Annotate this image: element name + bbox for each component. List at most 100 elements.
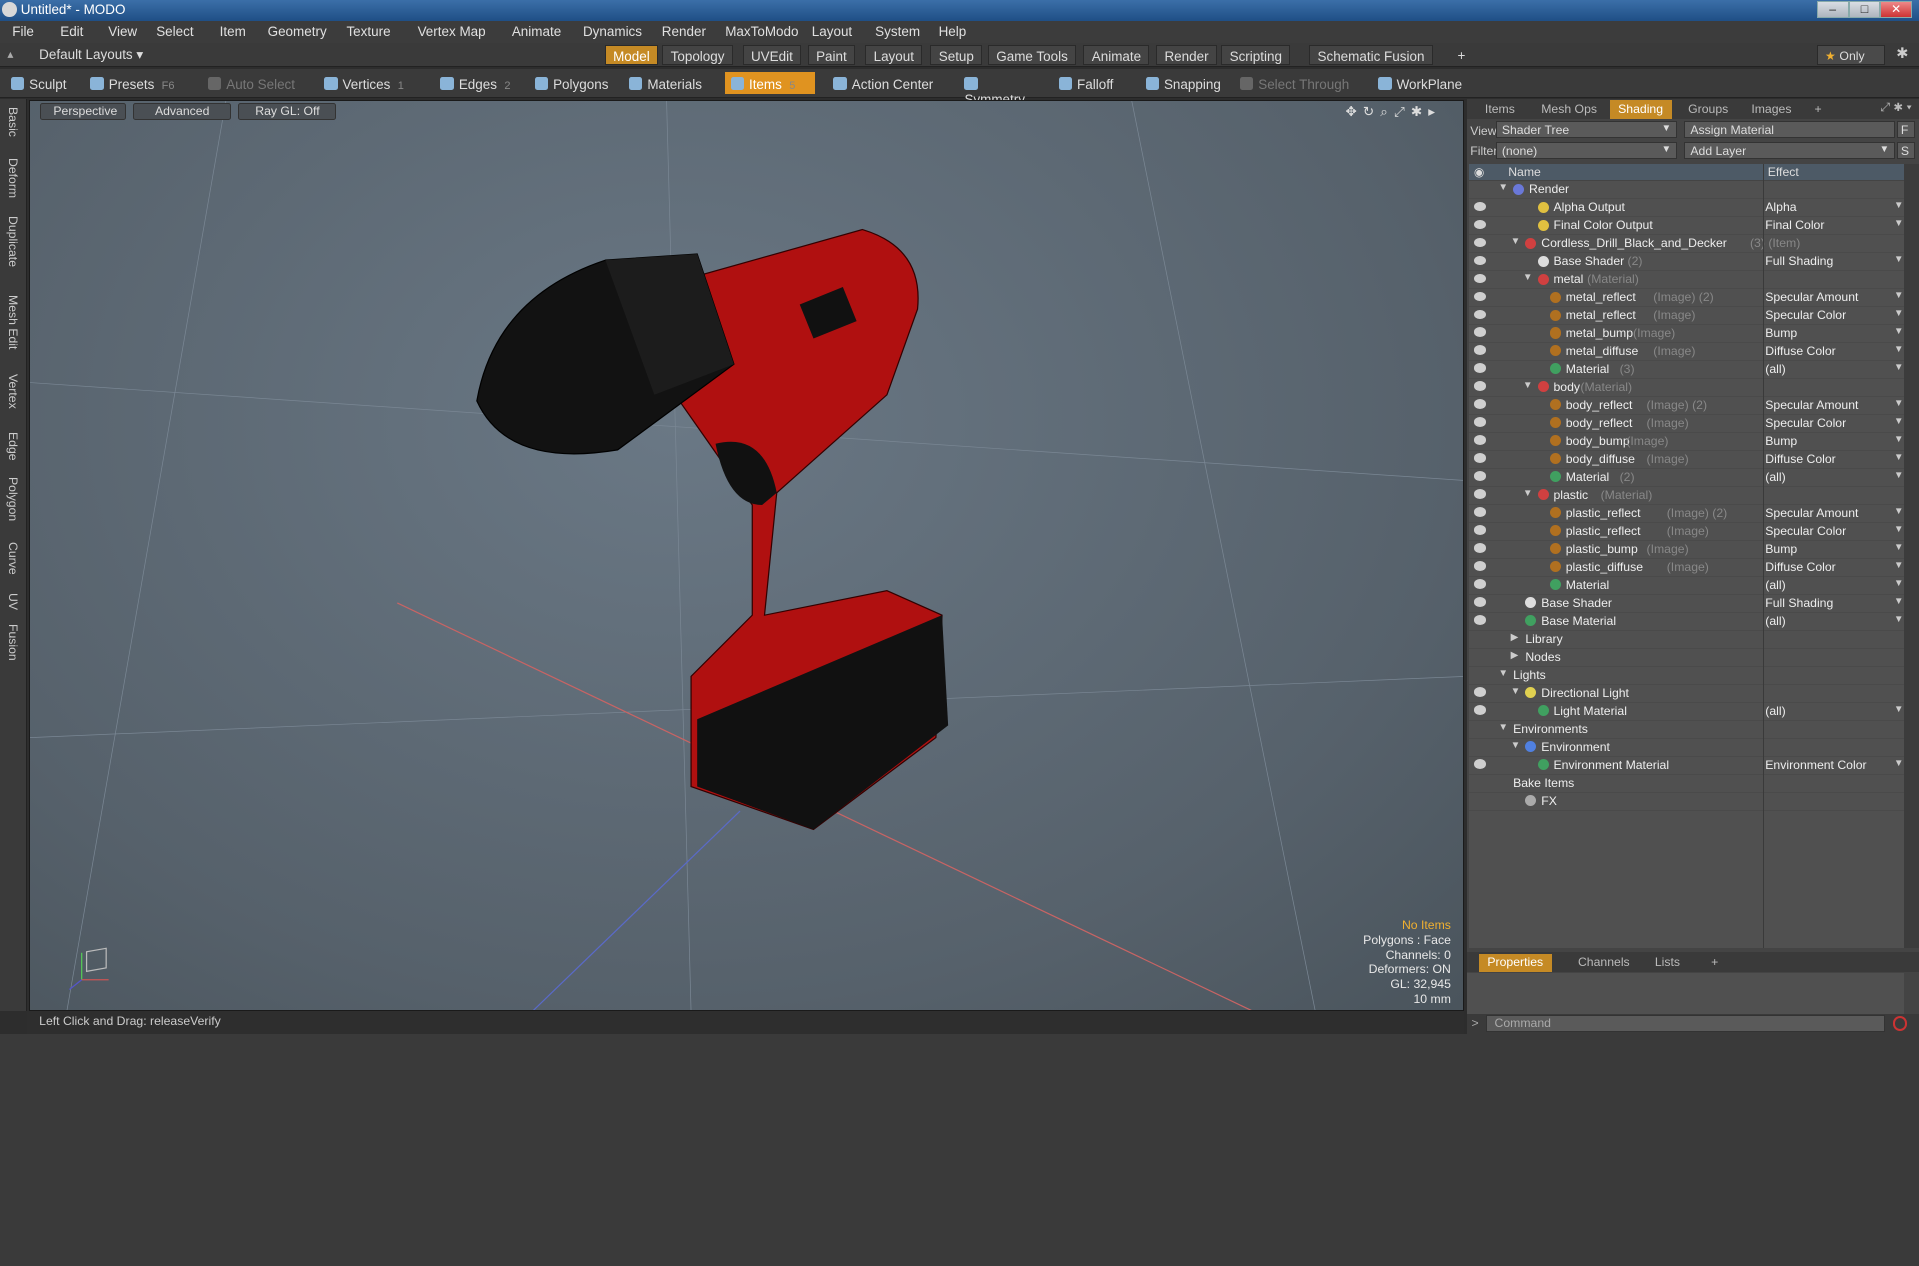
tool-polygons[interactable]: Polygons xyxy=(529,72,620,94)
tree-row[interactable]: Base Shader (2) Full Shading ▼ xyxy=(1469,253,1904,272)
eye-icon[interactable] xyxy=(1473,219,1487,230)
layout-tab-topology[interactable]: Topology xyxy=(662,45,733,65)
effect-value[interactable]: Bump xyxy=(1765,542,1797,556)
viewport-perspective-button[interactable]: Perspective xyxy=(40,102,126,120)
effect-value[interactable]: (all) xyxy=(1765,704,1785,718)
tool-presets[interactable]: Presets F6 xyxy=(84,72,189,94)
effect-value[interactable]: Specular Color xyxy=(1765,308,1846,322)
effect-value[interactable]: (all) xyxy=(1765,362,1785,376)
chevron-down-icon[interactable]: ▼ xyxy=(1894,416,1904,427)
panel-tab-add[interactable]: + xyxy=(1806,100,1830,118)
only-toggle[interactable]: ★ Only xyxy=(1816,45,1886,65)
viewport-nav-icons[interactable]: ✥↻⌕⤢✱▸ xyxy=(1346,104,1442,120)
effect-value[interactable]: Specular Color xyxy=(1765,416,1846,430)
panel-tab-groups[interactable]: Groups xyxy=(1680,100,1737,118)
tree-row[interactable]: metal_reflect (Image) (2) Specular Amount… xyxy=(1469,289,1904,308)
chevron-down-icon[interactable]: ▼ xyxy=(1894,596,1904,607)
eye-icon[interactable] xyxy=(1473,453,1487,464)
layout-tab-paint[interactable]: Paint xyxy=(807,45,856,65)
panel-tab-items[interactable]: Items xyxy=(1476,100,1523,118)
menu-view[interactable]: View xyxy=(108,24,137,39)
eye-icon[interactable] xyxy=(1473,615,1487,626)
menu-file[interactable]: File xyxy=(12,24,34,39)
tree-row[interactable]: Base Shader Full Shading ▼ xyxy=(1469,595,1904,613)
expanded-arrow-icon[interactable]: ▼ xyxy=(1523,488,1533,499)
gear-icon[interactable]: ✱ xyxy=(1896,45,1908,62)
effect-value[interactable]: Diffuse Color xyxy=(1765,344,1836,358)
eye-icon[interactable] xyxy=(1473,381,1487,392)
menu-maxtomodo[interactable]: MaxToModo xyxy=(725,24,798,39)
chevron-down-icon[interactable]: ▼ xyxy=(1894,542,1904,553)
eye-icon[interactable] xyxy=(1473,489,1487,500)
chevron-down-icon[interactable]: ▼ xyxy=(1894,254,1904,265)
3d-viewport[interactable]: Perspective Advanced Ray GL: Off ✥↻⌕⤢✱▸ No… xyxy=(29,100,1465,1012)
eye-icon[interactable] xyxy=(1473,273,1487,284)
eye-icon[interactable] xyxy=(1473,363,1487,374)
tree-row[interactable]: Environment Material Environment Color ▼ xyxy=(1469,757,1904,775)
f-button[interactable]: F xyxy=(1897,121,1915,139)
effect-value[interactable]: Diffuse Color xyxy=(1765,560,1836,574)
drill-model[interactable] xyxy=(476,229,949,831)
effect-value[interactable]: (all) xyxy=(1765,470,1785,484)
menu-vertex-map[interactable]: Vertex Map xyxy=(418,24,486,39)
menu-dynamics[interactable]: Dynamics xyxy=(583,24,642,39)
eye-icon[interactable] xyxy=(1473,255,1487,266)
tool-vertices[interactable]: Vertices 1 xyxy=(318,72,431,94)
panel-tab-images[interactable]: Images xyxy=(1743,100,1800,118)
default-layouts-dropdown[interactable]: Default Layouts ▾ xyxy=(39,47,143,63)
tool-workplane[interactable]: WorkPlane xyxy=(1372,72,1470,94)
tree-row[interactable]: plastic_diffuse (Image) Diffuse Color ▼ xyxy=(1469,559,1904,577)
tree-scrollbar[interactable] xyxy=(1903,164,1919,948)
chevron-down-icon[interactable]: ▼ xyxy=(1894,578,1904,589)
minimize-button[interactable]: ‒ xyxy=(1816,1,1849,19)
tree-row[interactable]: body_diffuse (Image) Diffuse Color ▼ xyxy=(1469,451,1904,469)
expanded-arrow-icon[interactable]: ▼ xyxy=(1511,740,1521,751)
tree-row[interactable]: Material (all) ▼ xyxy=(1469,577,1904,595)
chevron-down-icon[interactable]: ▼ xyxy=(1894,470,1904,481)
effect-value[interactable]: Specular Amount xyxy=(1765,506,1858,520)
tree-row[interactable]: plastic_reflect (Image) Specular Color ▼ xyxy=(1469,523,1904,541)
menu-edit[interactable]: Edit xyxy=(60,24,83,39)
tree-row[interactable]: ▼ body (Material) xyxy=(1469,379,1904,397)
eye-icon[interactable] xyxy=(1473,435,1487,446)
bottom-tab-channels[interactable]: Channels xyxy=(1569,954,1638,972)
chevron-down-icon[interactable]: ▼ xyxy=(1894,434,1904,445)
collapsed-arrow-icon[interactable]: ▶ xyxy=(1511,632,1519,643)
chevron-down-icon[interactable]: ▼ xyxy=(1894,326,1904,337)
add-layer-dropdown[interactable]: Add Layer ▼ xyxy=(1684,141,1896,160)
tree-row[interactable]: body_bump (Image) Bump ▼ xyxy=(1469,433,1904,451)
left-tab-fusion[interactable]: Fusion xyxy=(6,624,20,661)
collapsed-arrow-icon[interactable]: ▶ xyxy=(1511,650,1519,661)
layout-tab-animate[interactable]: Animate xyxy=(1083,45,1150,65)
expanded-arrow-icon[interactable]: ▼ xyxy=(1511,686,1521,697)
menu-layout[interactable]: Layout xyxy=(812,24,852,39)
eye-icon[interactable] xyxy=(1473,291,1487,302)
effect-value[interactable]: (all) xyxy=(1765,578,1785,592)
layout-tab-layout[interactable]: Layout xyxy=(865,45,923,65)
left-tab-duplicate[interactable]: Duplicate xyxy=(6,216,20,267)
tree-row[interactable]: ▼ Directional Light xyxy=(1469,685,1904,703)
expanded-arrow-icon[interactable]: ▼ xyxy=(1523,272,1533,283)
chevron-down-icon[interactable]: ▼ xyxy=(1894,308,1904,319)
bottom-tab-lists[interactable]: Lists xyxy=(1646,954,1688,972)
tree-row[interactable]: ▼ plastic (Material) xyxy=(1469,487,1904,505)
eye-icon[interactable] xyxy=(1473,327,1487,338)
assign-material-button[interactable]: Assign Material xyxy=(1684,121,1896,139)
effect-value[interactable]: (all) xyxy=(1765,614,1785,628)
tool-materials[interactable]: Materials xyxy=(623,72,721,94)
tool-snapping[interactable]: Snapping xyxy=(1140,72,1231,94)
layout-tab-render[interactable]: Render xyxy=(1156,45,1217,65)
command-input[interactable]: Command xyxy=(1486,1014,1886,1032)
view-dropdown[interactable]: Shader Tree ▼ xyxy=(1495,121,1678,139)
column-divider[interactable] xyxy=(1762,164,1765,948)
effect-value[interactable]: Final Color xyxy=(1765,218,1824,232)
left-tab-polygon[interactable]: Polygon xyxy=(6,477,20,521)
tree-row[interactable]: ▼ Environment xyxy=(1469,739,1904,757)
layout-toggle-icon[interactable]: ▴ xyxy=(7,47,13,61)
effect-value[interactable]: Bump xyxy=(1765,326,1797,340)
menu-texture[interactable]: Texture xyxy=(346,24,390,39)
bottom-tab-properties[interactable]: Properties xyxy=(1478,953,1552,972)
left-tab-uv[interactable]: UV xyxy=(6,593,20,610)
chevron-down-icon[interactable]: ▼ xyxy=(1894,758,1904,769)
tree-row[interactable]: ▼ Render xyxy=(1469,181,1904,200)
